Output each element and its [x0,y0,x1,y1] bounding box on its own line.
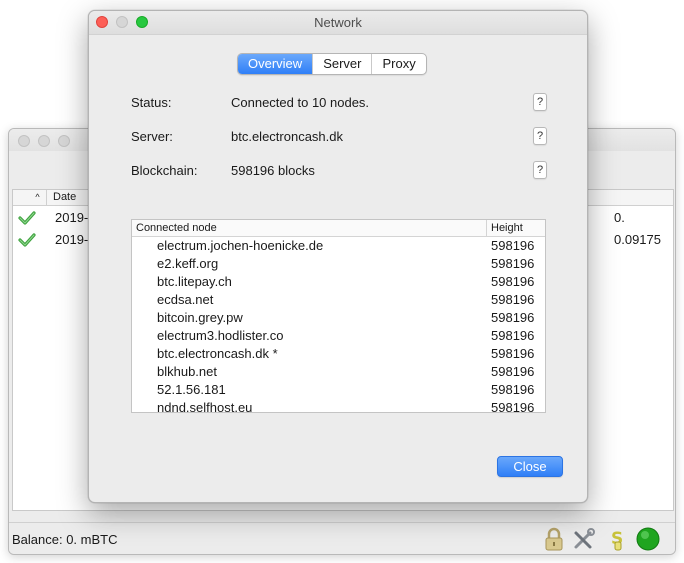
connected-nodes-table[interactable]: Connected node Height electrum.jochen-ho… [131,219,546,413]
node-row[interactable]: btc.litepay.ch 598196 [132,273,545,291]
node-host: 52.1.56.181 [157,382,226,397]
tab-bar: Overview Server Proxy [237,53,427,75]
node-host: e2.keff.org [157,256,219,271]
close-button[interactable]: Close [497,456,563,477]
node-row[interactable]: ecdsa.net 598196 [132,291,545,309]
server-value: btc.electroncash.dk [231,129,344,144]
history-date: 2019- [55,210,89,225]
node-host: ndnd.selfhost.eu [157,400,253,413]
node-row[interactable]: 52.1.56.181 598196 [132,381,545,399]
dialog-zoom-button[interactable] [136,16,148,28]
node-height: 598196 [491,238,535,253]
node-row[interactable]: btc.electroncash.dk * 598196 [132,345,545,363]
blockchain-label: Blockchain: [131,163,198,178]
node-height: 598196 [491,400,535,413]
node-row[interactable]: blkhub.net 598196 [132,363,545,381]
network-status-icon[interactable] [635,526,661,552]
history-date: 2019- [55,232,89,247]
node-row[interactable]: e2.keff.org 598196 [132,255,545,273]
confirmed-check-icon [18,233,36,247]
node-height: 598196 [491,346,535,361]
dialog-minimize-button[interactable] [116,16,128,28]
dialog-titlebar: Network [89,11,587,35]
node-row[interactable]: ndnd.selfhost.eu 598196 [132,399,545,413]
main-zoom-button[interactable] [58,135,70,147]
main-close-button[interactable] [18,135,30,147]
sort-indicator[interactable]: ^ [29,190,47,205]
status-label: Status: [131,95,172,110]
node-host: bitcoin.grey.pw [157,310,243,325]
lock-icon[interactable] [541,526,567,552]
height-column-header[interactable]: Height [486,220,545,237]
node-height: 598196 [491,256,535,271]
connected-node-column-header[interactable]: Connected node [136,220,217,237]
balance-label: Balance: 0. mBTC [12,532,118,547]
status-value: Connected to 10 nodes. [231,95,370,110]
node-host: btc.electroncash.dk * [157,346,278,361]
history-amount: 0. [614,210,625,225]
node-row[interactable]: bitcoin.grey.pw 598196 [132,309,545,327]
node-host: electrum3.hodlister.co [157,328,284,343]
server-help-button[interactable]: ? [533,127,547,145]
tab-server[interactable]: Server [312,54,371,74]
status-help-button[interactable]: ? [533,93,547,111]
nodes-table-header: Connected node Height [132,220,545,237]
seed-icon[interactable]: S [603,526,629,552]
blockchain-value: 598196 blocks [231,163,315,178]
blockchain-help-button[interactable]: ? [533,161,547,179]
screen: ^ Date 2019- 0. 2019- 0.09175 Balance: 0… [0,0,684,563]
date-column-header[interactable]: Date [53,190,76,205]
status-bar: Balance: 0. mBTC S [9,522,675,554]
node-host: blkhub.net [157,364,217,379]
dialog-close-button[interactable] [96,16,108,28]
node-height: 598196 [491,364,535,379]
node-height: 598196 [491,328,535,343]
node-host: ecdsa.net [157,292,214,307]
node-row[interactable]: electrum3.hodlister.co 598196 [132,327,545,345]
node-height: 598196 [491,310,535,325]
history-amount: 0.09175 [614,232,661,247]
confirmed-check-icon [18,211,36,225]
node-height: 598196 [491,274,535,289]
tab-overview[interactable]: Overview [238,54,313,74]
node-height: 598196 [491,292,535,307]
node-row[interactable]: electrum.jochen-hoenicke.de 598196 [132,237,545,255]
node-host: electrum.jochen-hoenicke.de [157,238,324,253]
node-host: btc.litepay.ch [157,274,232,289]
main-minimize-button[interactable] [38,135,50,147]
node-height: 598196 [491,382,535,397]
server-label: Server: [131,129,173,144]
dialog-title: Network [314,15,362,30]
tools-icon[interactable] [571,526,597,552]
tab-proxy[interactable]: Proxy [371,54,425,74]
network-dialog: Network Overview Server Proxy Status: Co… [88,10,588,503]
